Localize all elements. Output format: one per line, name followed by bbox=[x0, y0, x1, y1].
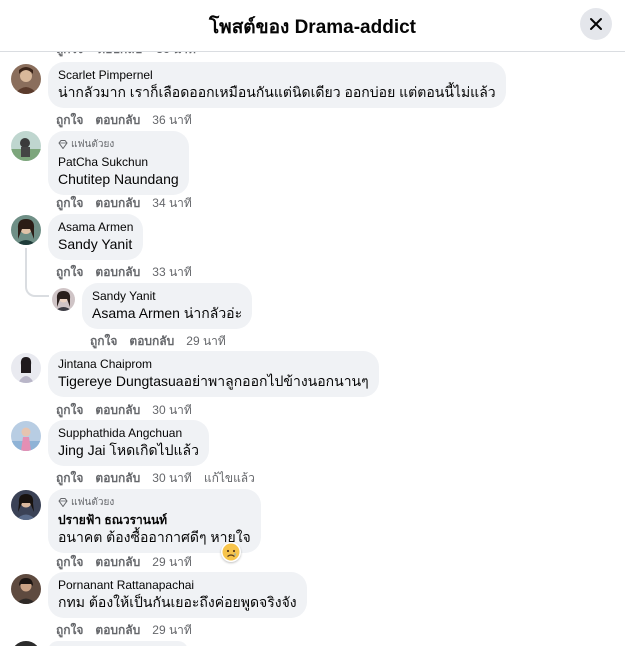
like-link[interactable]: ถูกใจ bbox=[56, 265, 83, 279]
like-link[interactable]: ถูกใจ bbox=[56, 471, 83, 485]
avatar[interactable] bbox=[52, 288, 75, 311]
close-icon bbox=[590, 18, 602, 30]
diamond-icon bbox=[58, 498, 68, 507]
comment-text: Jing Jai โหดเกิดไปแล้ว bbox=[58, 441, 199, 459]
like-link[interactable]: ถูกใจ bbox=[56, 196, 83, 210]
reply-thread-line bbox=[25, 248, 27, 284]
fan-badge-label: แฟนตัวยง bbox=[71, 497, 115, 508]
mentioned-user[interactable]: Jing Jai bbox=[58, 442, 105, 458]
like-link[interactable]: ถูกใจ bbox=[56, 113, 83, 127]
reply-link[interactable]: ตอบกลับ bbox=[95, 555, 140, 569]
comment-text: กทม ต้องให้เป็นกันเยอะถึงค่อยพูดจริงจัง bbox=[58, 594, 297, 610]
timestamp: 30 นาที bbox=[152, 403, 192, 417]
comment-actions: ถูกใจ ตอบกลับ 29 นาที bbox=[56, 621, 204, 640]
edited-label: แก้ไขแล้ว bbox=[203, 471, 255, 485]
comment-author[interactable]: Supphathida Angchuan bbox=[58, 426, 199, 441]
comment-author[interactable]: Jintana Chaiprom bbox=[58, 357, 369, 372]
avatar[interactable] bbox=[11, 574, 41, 604]
comment-author[interactable]: ปรายฟ้า ธณวรานนท์ bbox=[58, 513, 251, 528]
dialog-title: โพสต์ของ Drama-addict bbox=[208, 17, 417, 38]
mentioned-user[interactable]: Asama Armen bbox=[92, 305, 180, 321]
sad-reaction-icon[interactable] bbox=[221, 542, 241, 562]
fan-badge: แฟนตัวยง bbox=[58, 495, 251, 510]
timestamp: 34 นาที bbox=[152, 196, 192, 210]
comment-body: อย่าพาลูกออกไปข้างนอกนานๆ bbox=[183, 373, 369, 389]
comment-text: น่ากลัวมาก เราก็เลือดออกเหมือนกันแต่นิดเ… bbox=[58, 84, 496, 100]
comment-actions: ถูกใจ ตอบกลับ 29 นาที bbox=[56, 553, 204, 572]
comment-bubble: Scarlet Pimpernel น่ากลัวมาก เราก็เลือดอ… bbox=[48, 62, 506, 108]
like-link[interactable]: ถูกใจ bbox=[56, 555, 83, 569]
avatar[interactable] bbox=[11, 421, 41, 451]
close-button[interactable] bbox=[580, 8, 612, 40]
avatar[interactable] bbox=[11, 131, 41, 161]
avatar[interactable] bbox=[11, 64, 41, 94]
comment-bubble bbox=[48, 641, 188, 646]
reply-link[interactable]: ตอบกลับ bbox=[95, 196, 140, 210]
timestamp: 36 นาที bbox=[152, 113, 192, 127]
comment-text: Chutitep Naundang bbox=[58, 171, 179, 187]
fan-badge-label: แฟนตัวยง bbox=[71, 139, 115, 150]
fan-badge: แฟนตัวยง bbox=[58, 137, 179, 152]
avatar[interactable] bbox=[11, 490, 41, 520]
comment-author[interactable]: Scarlet Pimpernel bbox=[58, 68, 496, 83]
comment-bubble: Asama Armen Sandy Yanit bbox=[48, 214, 144, 260]
comment-actions: ถูกใจ ตอบกลับ 36 นาที bbox=[56, 111, 204, 130]
comment-author[interactable]: Sandy Yanit bbox=[92, 289, 242, 304]
reply-link[interactable]: ตอบกลับ bbox=[95, 471, 140, 485]
comment-actions: ถูกใจ ตอบกลับ 29 นาที bbox=[90, 332, 238, 351]
comment-actions: ถูกใจ ตอบกลับ 34 นาที bbox=[56, 194, 204, 213]
comment-author[interactable]: PatCha Sukchun bbox=[58, 155, 179, 170]
reply-link[interactable]: ตอบกลับ bbox=[95, 623, 140, 637]
diamond-icon bbox=[58, 140, 68, 149]
comment-bubble: Jintana Chaiprom Tigereye Dungtasuaอย่าพ… bbox=[48, 351, 379, 397]
comment-body: น่ากลัวอ่ะ bbox=[179, 305, 243, 321]
like-link[interactable]: ถูกใจ bbox=[56, 403, 83, 417]
comment-author[interactable]: Pornanant Rattanapachai bbox=[58, 578, 297, 593]
comment-text: Sandy Yanit bbox=[58, 236, 133, 252]
avatar[interactable] bbox=[11, 641, 41, 646]
avatar[interactable] bbox=[11, 215, 41, 245]
dialog-header: โพสต์ของ Drama-addict bbox=[0, 0, 625, 52]
avatar[interactable] bbox=[11, 353, 41, 383]
timestamp: 29 นาที bbox=[186, 334, 226, 348]
timestamp: 30 นาที bbox=[152, 471, 192, 485]
mentioned-user[interactable]: Tigereye Dungtasua bbox=[58, 373, 184, 389]
comment-text: Asama Armen น่ากลัวอ่ะ bbox=[92, 304, 242, 322]
comment-text: Tigereye Dungtasuaอย่าพาลูกออกไปข้างนอกน… bbox=[58, 372, 369, 390]
reply-link[interactable]: ตอบกลับ bbox=[129, 334, 174, 348]
reply-link[interactable]: ตอบกลับ bbox=[95, 113, 140, 127]
comment-actions: ถูกใจ ตอบกลับ 30 นาที แก้ไขแล้ว bbox=[56, 469, 255, 488]
comment-bubble: Supphathida Angchuan Jing Jai โหดเกิดไปแ… bbox=[48, 420, 209, 466]
comment-actions: ถูกใจ ตอบกลับ 30 นาที bbox=[56, 401, 204, 420]
reply-thread-connector bbox=[25, 280, 49, 297]
comment-actions: ถูกใจ ตอบกลับ 33 นาที bbox=[56, 263, 204, 282]
comment-bubble: แฟนตัวยง PatCha Sukchun Chutitep Naundan… bbox=[48, 131, 189, 195]
reply-link[interactable]: ตอบกลับ bbox=[95, 403, 140, 417]
timestamp: 29 นาที bbox=[152, 555, 192, 569]
comment-author[interactable]: Asama Armen bbox=[58, 220, 133, 235]
like-link[interactable]: ถูกใจ bbox=[90, 334, 117, 348]
like-link[interactable]: ถูกใจ bbox=[56, 623, 83, 637]
timestamp: 33 นาที bbox=[152, 265, 192, 279]
comment-bubble: Pornanant Rattanapachai กทม ต้องให้เป็นก… bbox=[48, 572, 307, 618]
reply-link[interactable]: ตอบกลับ bbox=[95, 265, 140, 279]
comment-bubble: Sandy Yanit Asama Armen น่ากลัวอ่ะ bbox=[82, 283, 253, 329]
comment-body: โหดเกิดไปแล้ว bbox=[105, 442, 199, 458]
timestamp: 29 นาที bbox=[152, 623, 192, 637]
